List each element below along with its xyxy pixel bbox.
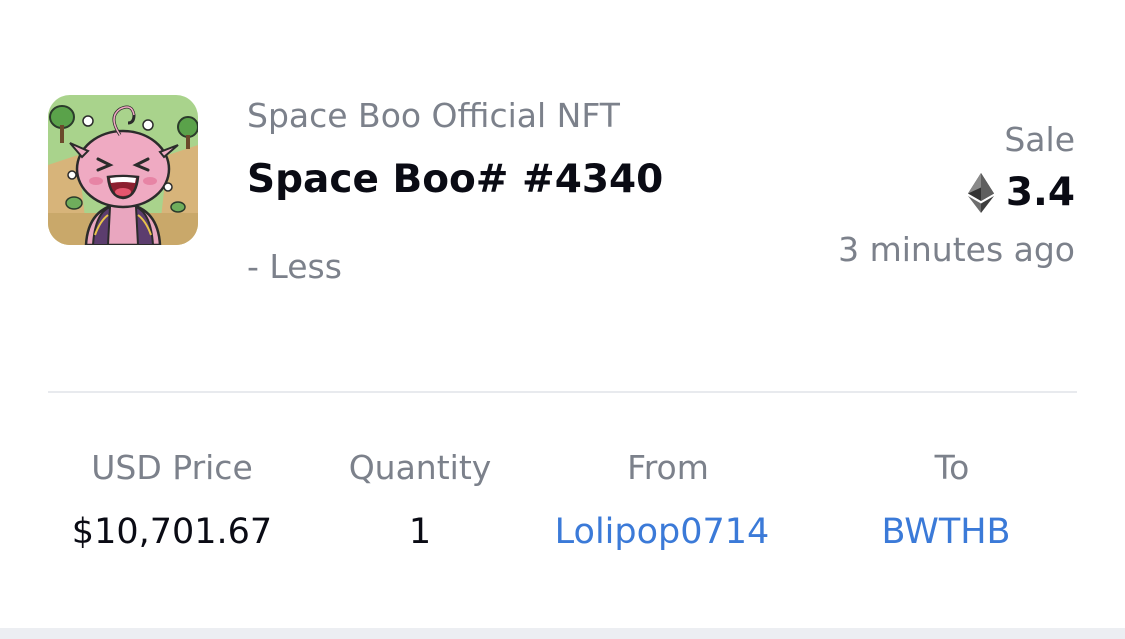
- nft-item-name[interactable]: Space Boo# #4340: [247, 157, 663, 202]
- to-header: To: [934, 448, 970, 487]
- usd-price-value: $10,701.67: [71, 512, 273, 552]
- usd-price-header: USD Price: [91, 448, 253, 487]
- show-less-toggle[interactable]: - Less: [247, 247, 342, 286]
- event-type-label: Sale: [1004, 120, 1075, 159]
- quantity-header: Quantity: [348, 448, 492, 487]
- ethereum-icon: [967, 172, 994, 213]
- quantity-value: 1: [408, 512, 432, 552]
- bottom-separator: [0, 628, 1125, 639]
- nft-thumbnail[interactable]: [48, 95, 198, 245]
- from-address-link[interactable]: Lolipop0714: [555, 512, 770, 552]
- price-value: 3.4: [1005, 170, 1075, 215]
- nft-character-image: [48, 95, 198, 245]
- sale-activity-card: Space Boo Official NFT Space Boo# #4340 …: [0, 0, 1125, 628]
- timestamp[interactable]: 3 minutes ago: [838, 230, 1075, 269]
- sale-price: 3.4: [967, 170, 1075, 215]
- collection-name[interactable]: Space Boo Official NFT: [247, 96, 620, 135]
- divider: [48, 391, 1077, 393]
- to-address-link[interactable]: BWTHB: [881, 512, 1010, 552]
- from-header: From: [627, 448, 709, 487]
